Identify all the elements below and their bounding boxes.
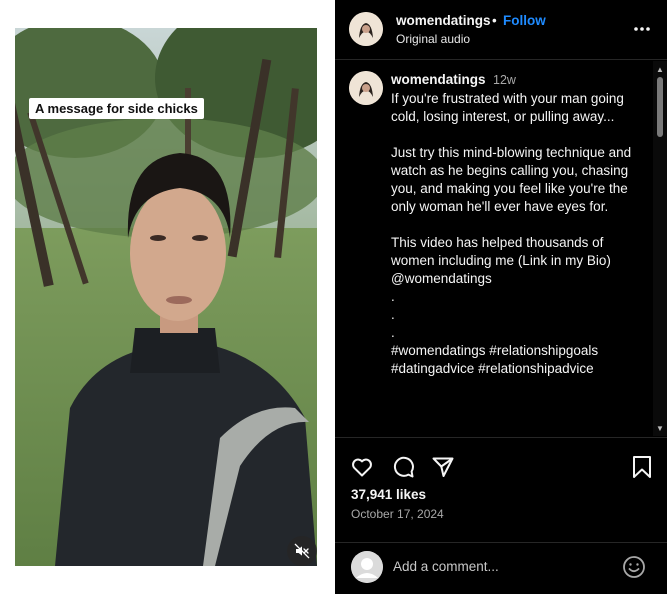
- comment-bubble-icon: [393, 456, 414, 478]
- bookmark-icon: [633, 456, 651, 478]
- scroll-thumb[interactable]: [657, 77, 663, 137]
- post-date[interactable]: October 17, 2024: [351, 507, 444, 521]
- scroll-down-arrow-icon[interactable]: ▼: [656, 424, 664, 433]
- post-actions: 37,941 likes October 17, 2024: [335, 437, 667, 542]
- comment-input[interactable]: [393, 555, 613, 577]
- emoji-button[interactable]: [621, 554, 647, 580]
- media-panel: A message for side chicks: [0, 0, 335, 594]
- scroll-up-arrow-icon[interactable]: ▲: [656, 65, 664, 74]
- caption-line: If you're frustrated with your man going…: [391, 91, 624, 124]
- caption-line: .: [391, 307, 395, 322]
- add-comment-bar: [335, 542, 667, 594]
- mute-button[interactable]: [287, 536, 317, 566]
- comment-button[interactable]: [390, 454, 416, 480]
- audio-label[interactable]: Original audio: [396, 32, 470, 46]
- post-side-panel: womendatings • Follow Original audio wom…: [335, 0, 667, 594]
- caption-area[interactable]: womendatings 12w If you're frustrated wi…: [335, 61, 667, 436]
- post-header: womendatings • Follow Original audio: [335, 0, 667, 60]
- caption-line: This video has helped thousands of women…: [391, 235, 611, 286]
- caption-avatar[interactable]: [349, 71, 383, 105]
- caption-spacer: [391, 216, 641, 234]
- caption-line: #womendatings #relationshipgoals #dating…: [391, 343, 599, 376]
- paper-plane-icon: [432, 457, 454, 477]
- video-caption: A message for side chicks: [29, 98, 204, 119]
- reel-video[interactable]: A message for side chicks: [15, 28, 317, 566]
- likes-count[interactable]: 37,941 likes: [351, 487, 426, 502]
- share-button[interactable]: [430, 454, 456, 480]
- viewer-avatar[interactable]: [351, 551, 383, 583]
- more-options-button[interactable]: [631, 18, 653, 40]
- follow-button[interactable]: Follow: [503, 13, 546, 28]
- caption-line: .: [391, 325, 395, 340]
- caption-line: .: [391, 289, 395, 304]
- caption-username[interactable]: womendatings: [391, 72, 486, 87]
- caption-text: If you're frustrated with your man going…: [391, 90, 641, 378]
- heart-icon: [352, 458, 372, 477]
- header-username[interactable]: womendatings: [396, 13, 491, 28]
- muted-speaker-icon: [294, 543, 310, 559]
- default-user-icon: [351, 551, 383, 583]
- avatar[interactable]: [349, 12, 383, 46]
- caption-spacer: [391, 126, 641, 144]
- post-age[interactable]: 12w: [493, 73, 516, 87]
- profile-logo: [349, 71, 383, 105]
- more-horizontal-icon: [634, 27, 650, 31]
- profile-logo: [349, 12, 383, 46]
- like-button[interactable]: [349, 454, 375, 480]
- scrollbar[interactable]: ▲ ▼: [653, 61, 667, 436]
- emoji-smile-icon: [623, 556, 645, 578]
- caption-line: Just try this mind-blowing technique and…: [391, 145, 632, 214]
- save-button[interactable]: [629, 454, 655, 480]
- separator-dot: •: [492, 13, 497, 28]
